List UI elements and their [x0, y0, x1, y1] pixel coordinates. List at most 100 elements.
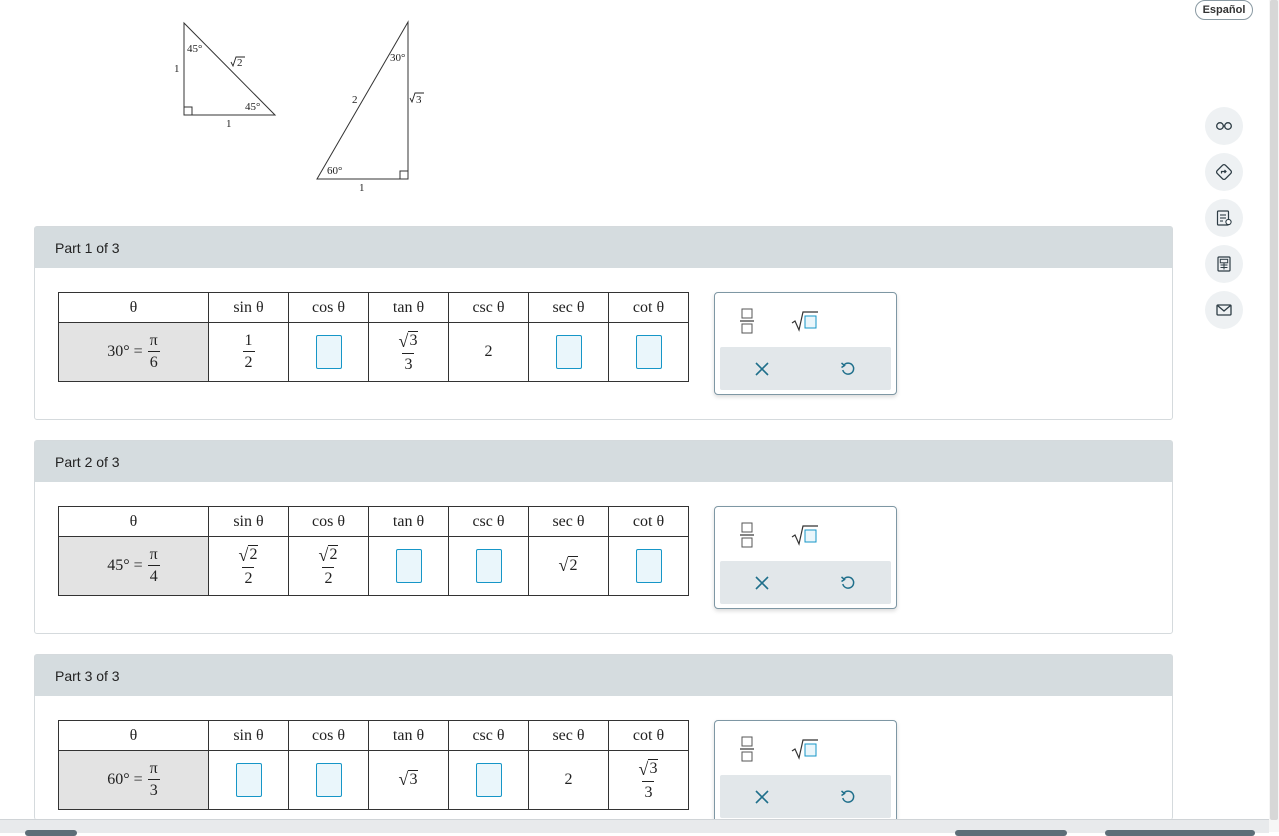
clear-icon	[755, 362, 769, 376]
triangle-30-60-90: 30° 60° 3 2 1	[316, 20, 424, 194]
language-toggle-button[interactable]: Español	[1195, 0, 1253, 20]
cos-answer-input[interactable]	[315, 335, 342, 369]
header-theta: θ	[58, 292, 209, 323]
header-cot: cot θ	[608, 292, 689, 323]
part-2-title: Part 2 of 3	[35, 441, 1172, 482]
mail-button[interactable]	[1205, 291, 1243, 329]
bottom-action-bar	[0, 819, 1269, 836]
clear-button[interactable]	[747, 355, 777, 383]
sec-answer-input[interactable]	[555, 335, 582, 369]
header-tan: tan θ	[368, 720, 449, 751]
part-1-table: θ sin θ cos θ tan θ csc θ sec θ cot θ 30…	[58, 292, 689, 382]
clear-button[interactable]	[747, 783, 777, 811]
special-triangles-diagram: 45° 45° 1 1 2 30° 60° 3 2 1	[174, 20, 424, 194]
right-toolbar	[1205, 107, 1243, 337]
undo-button[interactable]	[833, 569, 863, 597]
tan-answer-cell	[368, 536, 449, 596]
scrollbar-thumb[interactable]	[1270, 0, 1278, 820]
theta-radians: π3	[147, 760, 160, 799]
tan-answer-input[interactable]	[395, 549, 422, 583]
header-sin: sin θ	[208, 720, 289, 751]
notes-button[interactable]	[1205, 199, 1243, 237]
clear-button[interactable]	[747, 569, 777, 597]
theta-degrees: 45° =	[107, 557, 143, 574]
square-root-template-icon	[791, 739, 818, 760]
fraction-template-icon	[740, 522, 754, 548]
header-theta: θ	[58, 506, 209, 537]
cot-value: √ 3 3	[608, 750, 689, 810]
square-root-template-button[interactable]	[790, 307, 820, 335]
cos-answer-cell	[288, 750, 369, 810]
bottom-button-left[interactable]	[25, 830, 77, 836]
sin-value: √ 2 2	[208, 536, 289, 596]
math-palette	[714, 720, 897, 821]
fraction-template-button[interactable]	[732, 307, 762, 335]
header-cos: cos θ	[288, 720, 369, 751]
undo-button[interactable]	[833, 783, 863, 811]
csc-answer-input[interactable]	[475, 549, 502, 583]
tri30-hypotenuse: 2	[352, 94, 358, 106]
csc-answer-cell	[448, 750, 529, 810]
tri30-leg-bottom: 1	[359, 182, 365, 194]
theta-radians: π6	[147, 332, 160, 371]
sec-value: √ 2	[528, 536, 609, 596]
fraction-template-icon	[740, 308, 754, 334]
tan-value: √ 3 3	[368, 322, 449, 382]
cos-answer-input[interactable]	[315, 763, 342, 797]
math-palette	[714, 506, 897, 609]
tri45-hypotenuse: 2	[237, 57, 243, 69]
tri30-leg-right: 3	[416, 94, 422, 106]
cot-answer-input[interactable]	[635, 549, 662, 583]
navigate-icon	[1215, 163, 1233, 181]
clear-icon	[755, 576, 769, 590]
square-root-template-icon	[791, 311, 818, 332]
header-cos: cos θ	[288, 292, 369, 323]
part-1-panel: Part 1 of 3 θ sin θ cos θ tan θ csc θ se…	[34, 226, 1173, 420]
square-root-template-button[interactable]	[790, 521, 820, 549]
part-1-title: Part 1 of 3	[35, 227, 1172, 268]
theta-cell: 30° = π6	[58, 322, 209, 382]
tri45-leg-left: 1	[174, 63, 180, 75]
header-sin: sin θ	[208, 506, 289, 537]
triangle-45-45-90: 45° 45° 1 1 2	[174, 21, 277, 130]
undo-icon	[841, 790, 855, 803]
header-sec: sec θ	[528, 292, 609, 323]
csc-answer-input[interactable]	[475, 763, 502, 797]
clear-icon	[755, 790, 769, 804]
fraction-template-button[interactable]	[732, 735, 762, 763]
page-scrollbar[interactable]	[1269, 0, 1279, 832]
header-tan: tan θ	[368, 292, 449, 323]
glasses-button[interactable]	[1205, 107, 1243, 145]
palette-actions	[720, 775, 891, 818]
calculator-button[interactable]	[1205, 245, 1243, 283]
sec-value: 2	[528, 750, 609, 810]
theta-cell: 45° = π4	[58, 536, 209, 596]
cot-answer-input[interactable]	[635, 335, 662, 369]
sec-answer-cell	[528, 322, 609, 382]
header-cos: cos θ	[288, 506, 369, 537]
part-3-title: Part 3 of 3	[35, 655, 1172, 696]
header-sec: sec θ	[528, 720, 609, 751]
bottom-button-middle[interactable]	[955, 830, 1067, 836]
undo-button[interactable]	[833, 355, 863, 383]
tri30-angle-bottom: 60°	[327, 165, 342, 177]
undo-icon	[841, 576, 855, 589]
bottom-button-right[interactable]	[1105, 830, 1255, 836]
header-cot: cot θ	[608, 720, 689, 751]
navigate-button[interactable]	[1205, 153, 1243, 191]
fraction-template-button[interactable]	[732, 521, 762, 549]
mail-icon	[1216, 304, 1232, 316]
cot-answer-cell	[608, 322, 689, 382]
sin-answer-input[interactable]	[235, 763, 262, 797]
undo-icon	[841, 362, 855, 375]
header-csc: csc θ	[448, 292, 529, 323]
header-csc: csc θ	[448, 506, 529, 537]
theta-cell: 60° = π3	[58, 750, 209, 810]
glasses-icon	[1216, 122, 1232, 130]
palette-actions	[720, 561, 891, 604]
notes-icon	[1216, 210, 1232, 226]
square-root-template-button[interactable]	[790, 735, 820, 763]
math-palette	[714, 292, 897, 395]
tri45-leg-bottom: 1	[226, 118, 232, 130]
palette-actions	[720, 347, 891, 390]
